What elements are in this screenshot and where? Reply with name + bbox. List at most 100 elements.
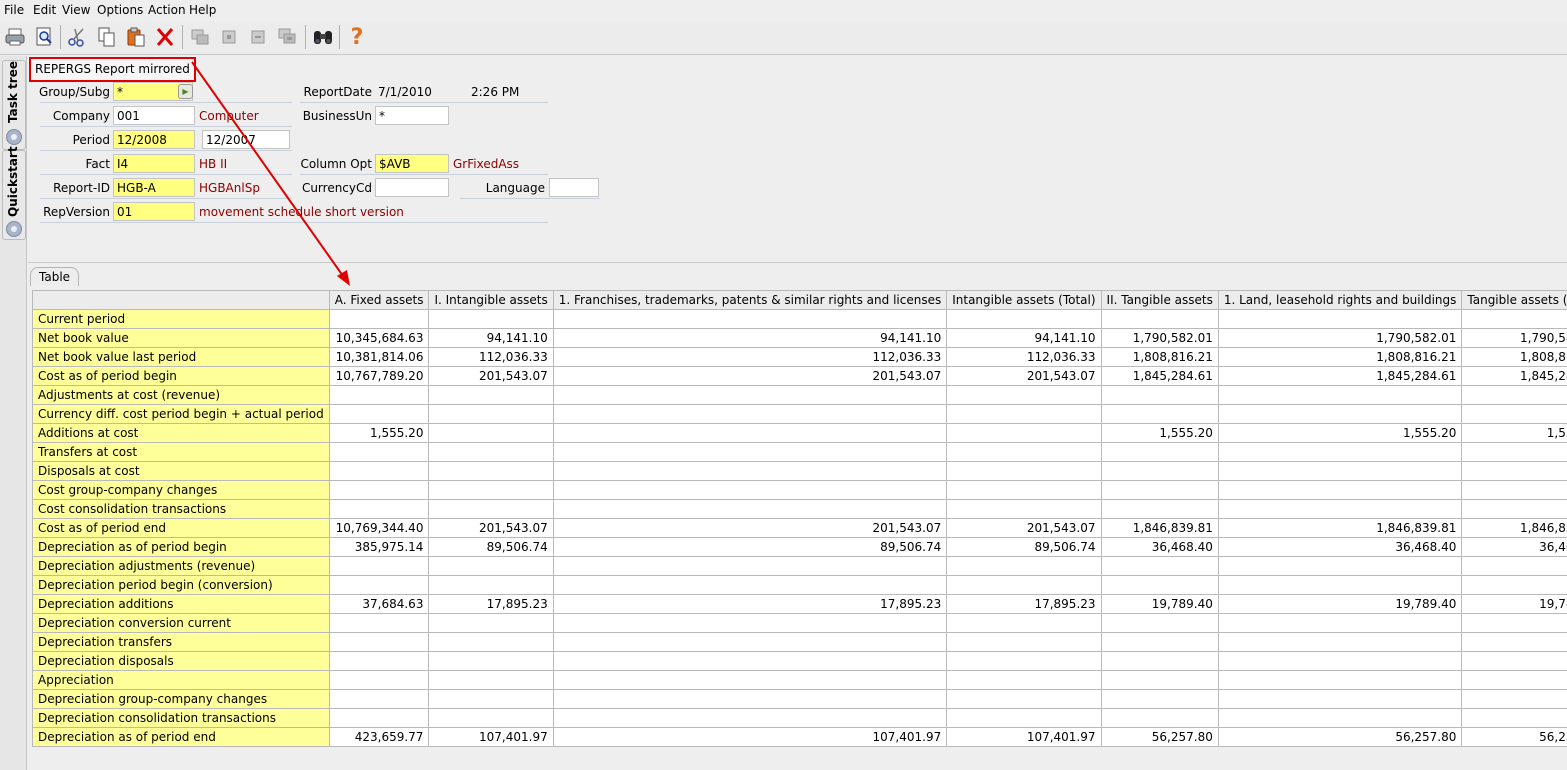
table-cell[interactable]: 36,468.40 [1461, 537, 1567, 557]
table-cell[interactable] [1100, 689, 1219, 709]
printer-icon[interactable] [2, 24, 28, 50]
table-cell[interactable] [1100, 480, 1219, 500]
table-cell[interactable] [328, 499, 430, 519]
table-cell[interactable]: 112,036.33 [946, 347, 1102, 367]
table-cell[interactable] [1217, 708, 1463, 728]
table-cell[interactable]: 112,036.33 [428, 347, 554, 367]
menu-help[interactable]: Help [189, 3, 216, 17]
window-icon-3[interactable] [245, 24, 271, 50]
column-header[interactable]: 1. Franchises, trademarks, patents & sim… [552, 290, 948, 310]
table-cell[interactable]: 17,895.23 [946, 594, 1102, 614]
play-icon[interactable]: ▶ [178, 84, 193, 99]
table-cell[interactable] [1461, 651, 1567, 671]
menu-edit[interactable]: Edit [33, 3, 56, 17]
table-cell[interactable] [1461, 461, 1567, 481]
table-cell[interactable] [1100, 385, 1219, 405]
table-cell[interactable]: 201,543.07 [428, 518, 554, 538]
table-cell[interactable]: 107,401.97 [428, 727, 554, 747]
table-cell[interactable]: 1,555.20 [328, 423, 430, 443]
table-cell[interactable]: 89,506.74 [946, 537, 1102, 557]
table-cell[interactable]: 112,036.33 [552, 347, 948, 367]
table-cell[interactable] [946, 670, 1102, 690]
table-cell[interactable] [552, 423, 948, 443]
table-cell[interactable] [428, 556, 554, 576]
table-cell[interactable] [328, 385, 430, 405]
table-cell[interactable]: 107,401.97 [552, 727, 948, 747]
table-cell[interactable] [1217, 499, 1463, 519]
table-cell[interactable] [1217, 404, 1463, 424]
table-cell[interactable]: 1,846,839.81 [1100, 518, 1219, 538]
table-cell[interactable] [552, 309, 948, 329]
table-cell[interactable] [552, 613, 948, 633]
table-cell[interactable] [1461, 670, 1567, 690]
table-cell[interactable]: 17,895.23 [428, 594, 554, 614]
table-cell[interactable]: 10,769,344.40 [328, 518, 430, 538]
table-cell[interactable] [328, 651, 430, 671]
table-cell[interactable] [1461, 689, 1567, 709]
table-cell[interactable] [1461, 575, 1567, 595]
row-label[interactable]: Transfers at cost [32, 442, 330, 462]
tab-table[interactable]: Table [30, 267, 80, 286]
table-cell[interactable] [1461, 632, 1567, 652]
row-label[interactable]: Depreciation period begin (conversion) [32, 575, 330, 595]
table-cell[interactable] [1217, 689, 1463, 709]
table-cell[interactable] [328, 613, 430, 633]
table-cell[interactable]: 1,845,284.61 [1461, 366, 1567, 386]
table-cell[interactable] [1461, 499, 1567, 519]
binoculars-icon[interactable] [310, 24, 336, 50]
table-cell[interactable]: 10,767,789.20 [328, 366, 430, 386]
menu-options[interactable]: Options [97, 3, 143, 17]
table-cell[interactable] [1100, 632, 1219, 652]
table-cell[interactable]: 201,543.07 [552, 518, 948, 538]
report-id-input[interactable]: HGB-A [113, 178, 195, 197]
table-cell[interactable]: 19,789.40 [1217, 594, 1463, 614]
table-cell[interactable]: 94,141.10 [428, 328, 554, 348]
table-cell[interactable] [946, 708, 1102, 728]
table-cell[interactable] [328, 309, 430, 329]
table-cell[interactable]: 1,808,816.21 [1217, 347, 1463, 367]
column-header[interactable]: 1. Land, leasehold rights and buildings [1217, 290, 1463, 310]
table-cell[interactable]: 1,845,284.61 [1217, 366, 1463, 386]
table-cell[interactable] [946, 461, 1102, 481]
table-cell[interactable] [1461, 404, 1567, 424]
table-cell[interactable] [1461, 385, 1567, 405]
period-from-input[interactable]: 12/2008 [113, 130, 195, 149]
menu-view[interactable]: View [62, 3, 90, 17]
currency-cd-input[interactable] [375, 178, 449, 197]
table-cell[interactable] [428, 423, 554, 443]
table-cell[interactable]: 56,257.80 [1217, 727, 1463, 747]
table-cell[interactable] [946, 404, 1102, 424]
table-cell[interactable] [946, 442, 1102, 462]
cut-icon[interactable] [64, 24, 90, 50]
column-header[interactable]: Intangible assets (Total) [946, 290, 1102, 310]
table-cell[interactable]: 89,506.74 [428, 537, 554, 557]
table-cell[interactable]: 1,846,839.81 [1217, 518, 1463, 538]
row-label[interactable]: Depreciation disposals [32, 651, 330, 671]
table-cell[interactable] [1100, 708, 1219, 728]
table-cell[interactable] [1217, 461, 1463, 481]
table-cell[interactable] [428, 499, 554, 519]
paste-icon[interactable] [123, 24, 149, 50]
table-cell[interactable]: 1,790,582.01 [1100, 328, 1219, 348]
window-icon-4[interactable] [274, 24, 300, 50]
table-cell[interactable] [946, 480, 1102, 500]
table-cell[interactable] [946, 385, 1102, 405]
row-label[interactable]: Currency diff. cost period begin + actua… [32, 404, 330, 424]
table-cell[interactable]: 17,895.23 [552, 594, 948, 614]
table-cell[interactable] [428, 708, 554, 728]
table-cell[interactable]: 56,257.80 [1461, 727, 1567, 747]
menu-action[interactable]: Action [148, 3, 186, 17]
table-cell[interactable] [1461, 556, 1567, 576]
table-cell[interactable]: 56,257.80 [1100, 727, 1219, 747]
company-input[interactable]: 001 [113, 106, 195, 125]
table-cell[interactable] [552, 689, 948, 709]
table-cell[interactable] [946, 689, 1102, 709]
table-cell[interactable]: 10,381,814.06 [328, 347, 430, 367]
table-cell[interactable] [1461, 309, 1567, 329]
table-cell[interactable] [1100, 670, 1219, 690]
table-cell[interactable] [552, 575, 948, 595]
table-cell[interactable]: 423,659.77 [328, 727, 430, 747]
table-cell[interactable] [552, 480, 948, 500]
row-label[interactable]: Depreciation transfers [32, 632, 330, 652]
row-label[interactable]: Cost group-company changes [32, 480, 330, 500]
